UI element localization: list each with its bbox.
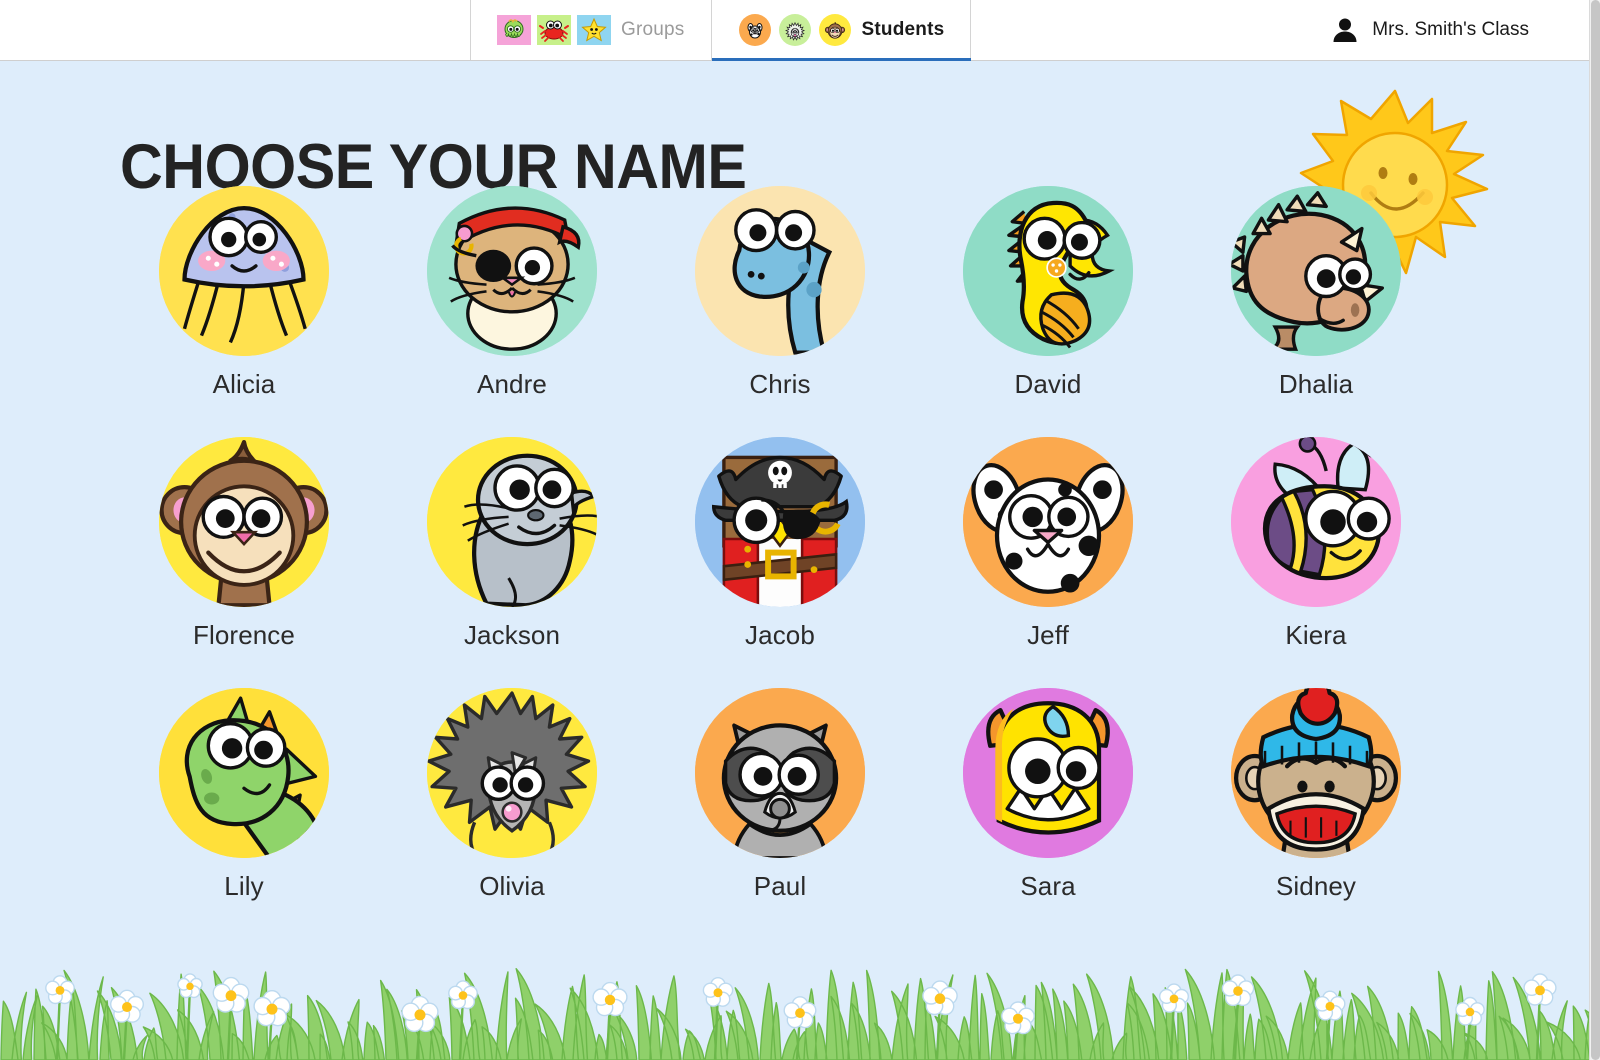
grass-border [0,967,1589,1060]
student-name-label: Andre [477,369,547,399]
tab-students-label: Students [861,19,945,40]
top-navigation-bar: Groups Students Mrs. Smith's Class [0,0,1589,61]
seahorse-avatar-icon[interactable] [963,186,1133,356]
monkey-chip-icon [818,14,851,46]
raccoon-avatar-icon[interactable] [695,688,865,858]
student-grid: Alicia Andre Chris David Dhalia Florence… [110,186,1450,902]
flower-icon [783,996,817,1060]
flower-icon [592,981,628,1060]
user-account-button[interactable]: Mrs. Smith's Class [970,0,1589,60]
student-card-florence[interactable]: Florence [110,437,378,651]
student-card-jeff[interactable]: Jeff [914,437,1182,651]
student-card-lily[interactable]: Lily [110,688,378,902]
student-card-sara[interactable]: Sara [914,688,1182,902]
flower-icon [253,989,291,1060]
pirate-bear-avatar-icon[interactable] [695,437,865,607]
student-card-andre[interactable]: Andre [378,186,646,400]
user-name-label: Mrs. Smith's Class [1372,19,1529,40]
app-root: Groups Students Mrs. Smith's Class CHOOS… [0,0,1600,1060]
flower-icon [702,977,734,1060]
student-name-label: Olivia [479,871,545,901]
flower-icon [1314,990,1346,1060]
tab-groups[interactable]: Groups [470,0,711,60]
student-name-label: Alicia [212,369,276,399]
dragon-avatar-icon[interactable] [159,688,329,858]
flower-icon [1001,1001,1035,1060]
scrollbar-thumb[interactable] [1591,0,1600,1060]
flower-icon [1221,974,1255,1060]
student-card-kiera[interactable]: Kiera [1182,437,1450,651]
groups-tab-icons [497,15,611,45]
flower-icon [401,995,439,1060]
flower-icon [448,980,478,1060]
student-name-label: Paul [753,871,807,901]
flower-icon [922,980,958,1060]
student-card-olivia[interactable]: Olivia [378,688,646,902]
triceratops-avatar-icon[interactable] [1231,186,1401,356]
octopus-tile-icon [497,15,531,45]
flower-icon [1523,973,1557,1060]
pirate-cat-avatar-icon[interactable] [427,186,597,356]
flower-icon [45,975,75,1060]
student-name-label: Lily [224,871,264,901]
hedgehog-chip-icon [778,14,811,46]
dalmatian-avatar-icon[interactable] [963,437,1133,607]
hedgehog-avatar-icon[interactable] [427,688,597,858]
student-name-label: Sara [1020,871,1076,901]
student-name-label: Sidney [1275,871,1357,901]
student-name-label: Jacob [745,620,815,650]
flower-icon [177,973,203,1060]
student-card-sidney[interactable]: Sidney [1182,688,1450,902]
student-name-label: David [1014,369,1082,399]
student-name-label: Jeff [1027,620,1069,650]
seal-avatar-icon[interactable] [427,437,597,607]
student-name-label: Chris [749,369,811,399]
student-card-alicia[interactable]: Alicia [110,186,378,400]
jellyfish-avatar-icon[interactable] [159,186,329,356]
tab-groups-label: Groups [621,19,685,40]
flower-icon [109,989,144,1060]
student-name-label: Florence [193,620,295,650]
flower-icon [1158,983,1190,1060]
tab-students[interactable]: Students [710,0,972,61]
sock-monkey-avatar-icon[interactable] [1231,688,1401,858]
flower-icon [212,976,250,1060]
student-card-jacob[interactable]: Jacob [646,437,914,651]
student-card-dhalia[interactable]: Dhalia [1182,186,1450,400]
student-card-paul[interactable]: Paul [646,688,914,902]
dinosaur-avatar-icon[interactable] [695,186,865,356]
students-tab-icons [738,13,852,47]
flower-icons [45,973,1557,1060]
dalmatian-chip-icon [738,14,771,46]
topbar-left-spacer [0,0,470,60]
star-tile-icon [577,15,611,45]
student-card-jackson[interactable]: Jackson [378,437,646,651]
student-name-label: Dhalia [1278,369,1354,399]
monster-avatar-icon[interactable] [963,688,1133,858]
flower-icon [1455,996,1485,1060]
vertical-scrollbar[interactable] [1589,0,1600,1060]
student-name-label: Jackson [463,620,561,650]
student-card-david[interactable]: David [914,186,1182,400]
monkey-avatar-icon[interactable] [159,437,329,607]
crab-tile-icon [537,15,571,45]
bee-avatar-icon[interactable] [1231,437,1401,607]
person-icon [1333,18,1357,42]
student-name-label: Kiera [1285,620,1347,650]
student-card-chris[interactable]: Chris [646,186,914,400]
